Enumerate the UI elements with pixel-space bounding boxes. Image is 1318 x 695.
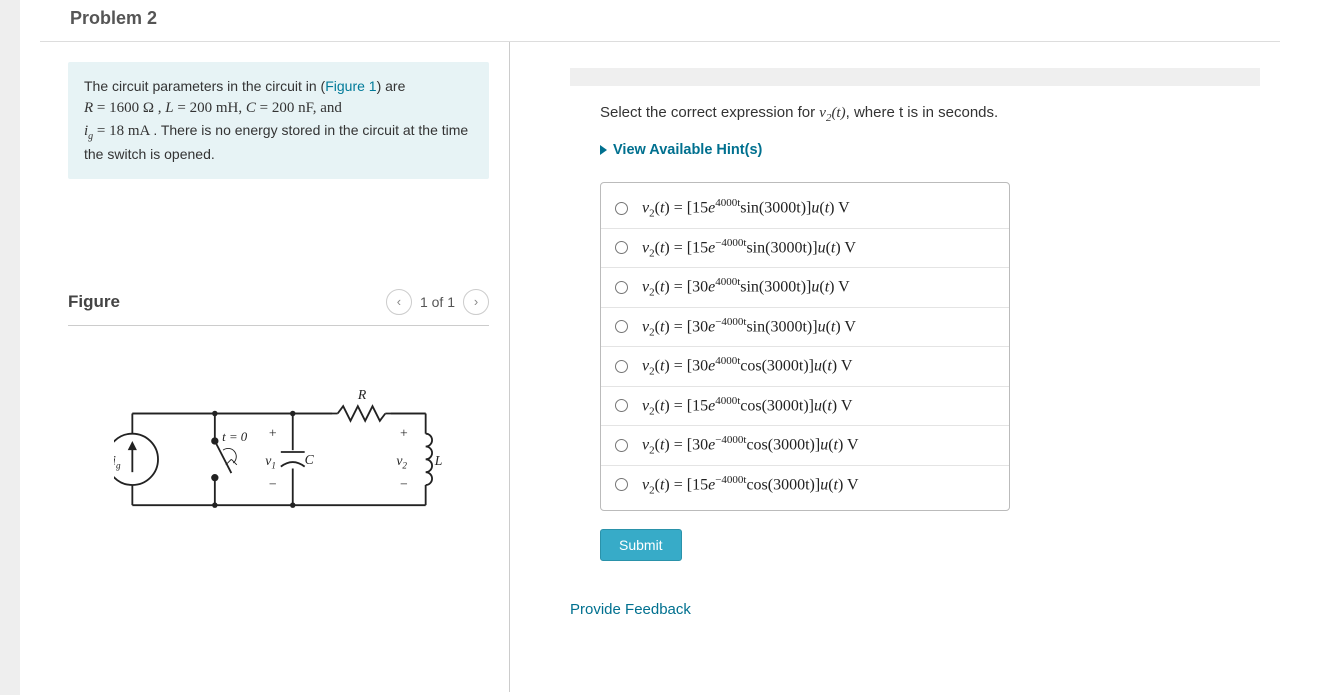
- option-row[interactable]: v2(t) = [15e4000tsin(3000t)]u(t) V: [601, 189, 1009, 228]
- label-ig: ig: [114, 452, 121, 470]
- provide-feedback-link[interactable]: Provide Feedback: [570, 601, 1260, 618]
- question-text: Select the correct expression for v2(t),…: [600, 104, 1260, 124]
- option-radio[interactable]: [615, 399, 628, 412]
- label-switch: t = 0: [222, 429, 248, 443]
- label-minus-2: −: [399, 476, 407, 491]
- label-v2: v2: [396, 452, 407, 470]
- page-margin: [0, 0, 20, 695]
- option-equation: v2(t) = [15e4000tsin(3000t)]u(t) V: [642, 197, 850, 220]
- figure-prev-button[interactable]: ‹: [386, 289, 412, 315]
- label-l: L: [433, 452, 442, 467]
- figure-section: Figure ‹ 1 of 1 ›: [68, 289, 489, 533]
- caret-right-icon: [600, 145, 607, 155]
- option-radio[interactable]: [615, 320, 628, 333]
- option-radio[interactable]: [615, 202, 628, 215]
- option-row[interactable]: v2(t) = [15e4000tcos(3000t)]u(t) V: [601, 386, 1009, 426]
- intro-text: The circuit parameters in the circuit in…: [84, 78, 325, 94]
- label-minus-1: −: [268, 476, 276, 491]
- right-column: Select the correct expression for v2(t),…: [510, 42, 1280, 692]
- option-row[interactable]: v2(t) = [30e−4000tsin(3000t)]u(t) V: [601, 307, 1009, 347]
- option-radio[interactable]: [615, 281, 628, 294]
- figure-next-button[interactable]: ›: [463, 289, 489, 315]
- view-hints[interactable]: View Available Hint(s): [600, 142, 1260, 158]
- option-row[interactable]: v2(t) = [15e−4000tsin(3000t)]u(t) V: [601, 228, 1009, 268]
- hints-label: View Available Hint(s): [613, 142, 762, 158]
- label-plus-1: +: [268, 425, 276, 440]
- ig-line: ig = 18 mA: [84, 123, 153, 139]
- option-row[interactable]: v2(t) = [15e−4000tcos(3000t)]u(t) V: [601, 465, 1009, 505]
- option-radio[interactable]: [615, 478, 628, 491]
- submit-button[interactable]: Submit: [600, 529, 682, 561]
- label-c: C: [304, 451, 314, 466]
- left-column: The circuit parameters in the circuit in…: [40, 42, 510, 692]
- option-equation: v2(t) = [15e−4000tcos(3000t)]u(t) V: [642, 474, 859, 497]
- answer-options: v2(t) = [15e4000tsin(3000t)]u(t) V v2(t) …: [600, 182, 1010, 511]
- option-equation: v2(t) = [30e−4000tsin(3000t)]u(t) V: [642, 316, 856, 339]
- option-radio[interactable]: [615, 439, 628, 452]
- option-equation: v2(t) = [30e−4000tcos(3000t)]u(t) V: [642, 434, 859, 457]
- figure-navigation: ‹ 1 of 1 ›: [386, 289, 489, 315]
- option-row[interactable]: v2(t) = [30e4000tcos(3000t)]u(t) V: [601, 346, 1009, 386]
- intro-text-2: ) are: [377, 78, 406, 94]
- label-v1: v1: [265, 452, 276, 470]
- option-row[interactable]: v2(t) = [30e4000tsin(3000t)]u(t) V: [601, 267, 1009, 307]
- circuit-diagram: ig t = 0 + − v1 C R + − v2 L: [114, 386, 444, 533]
- option-equation: v2(t) = [30e4000tcos(3000t)]u(t) V: [642, 355, 852, 378]
- problem-statement: The circuit parameters in the circuit in…: [68, 62, 489, 179]
- part-header-bar: [570, 68, 1260, 86]
- submit-label: Submit: [619, 537, 663, 553]
- option-equation: v2(t) = [15e4000tcos(3000t)]u(t) V: [642, 395, 852, 418]
- figure-link[interactable]: Figure 1: [325, 78, 376, 94]
- figure-label: Figure: [68, 292, 120, 312]
- option-radio[interactable]: [615, 360, 628, 373]
- option-equation: v2(t) = [30e4000tsin(3000t)]u(t) V: [642, 276, 850, 299]
- figure-counter: 1 of 1: [420, 294, 455, 310]
- option-row[interactable]: v2(t) = [30e−4000tcos(3000t)]u(t) V: [601, 425, 1009, 465]
- option-equation: v2(t) = [15e−4000tsin(3000t)]u(t) V: [642, 237, 856, 260]
- params-line: R = 1600 Ω , L = 200 mH, C = 200 nF, and: [84, 100, 342, 116]
- option-radio[interactable]: [615, 241, 628, 254]
- problem-title: Problem 2: [40, 0, 1280, 42]
- label-r: R: [356, 386, 366, 401]
- label-plus-2: +: [399, 425, 407, 440]
